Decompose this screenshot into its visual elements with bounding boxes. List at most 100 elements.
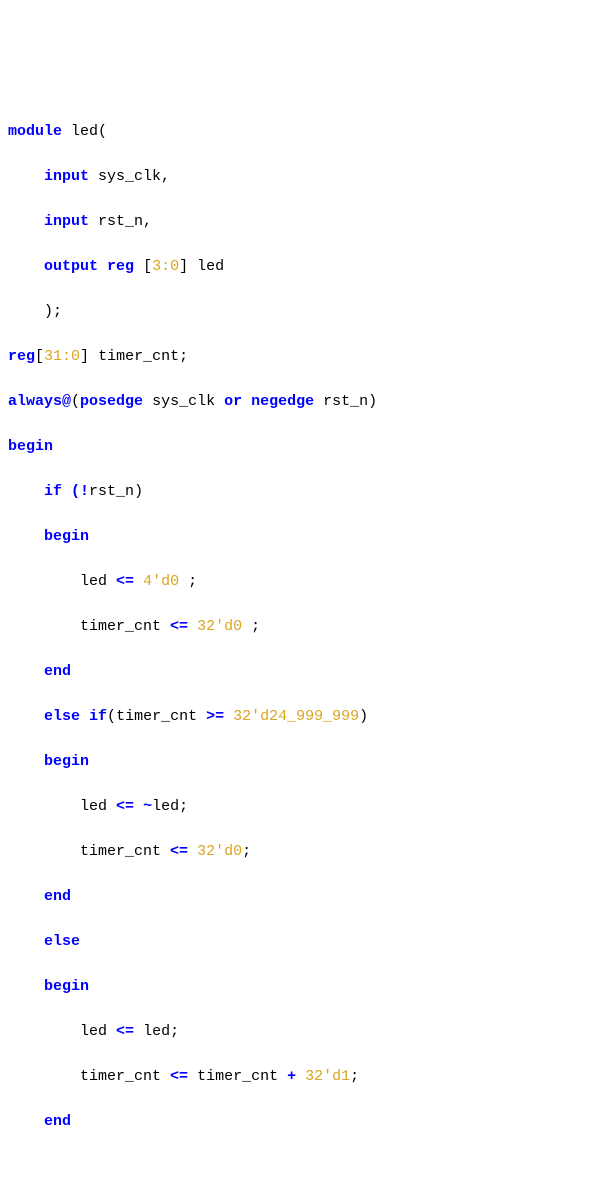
code-line-19: else	[8, 931, 603, 954]
signal-timer-cnt: timer_cnt	[197, 1068, 278, 1085]
close-paren: )	[359, 708, 368, 725]
nonblocking-assign: <=	[116, 573, 134, 590]
signal-led: led	[152, 798, 179, 815]
semicolon: ;	[179, 798, 188, 815]
semicolon: ;	[242, 843, 251, 860]
keyword-else: else	[44, 708, 80, 725]
semicolon: ;	[251, 618, 260, 635]
signal-timer-cnt: timer_cnt	[80, 1068, 161, 1085]
code-line-20: begin	[8, 976, 603, 999]
comma: ,	[161, 168, 170, 185]
literal-value: 32'd1	[305, 1068, 350, 1085]
code-line-22: timer_cnt <= timer_cnt + 32'd1;	[8, 1066, 603, 1089]
module-name: led	[71, 123, 98, 140]
code-line-17: timer_cnt <= 32'd0;	[8, 841, 603, 864]
semicolon: ;	[170, 1023, 179, 1040]
literal-value: 4'd0	[143, 573, 179, 590]
signal-timer-cnt: timer_cnt	[80, 618, 161, 635]
keyword-posedge: posedge	[80, 393, 143, 410]
open-paren: (	[71, 393, 80, 410]
signal-sys-clk: sys_clk	[152, 393, 215, 410]
keyword-end: end	[44, 888, 71, 905]
signal-rst-n: rst_n	[89, 483, 134, 500]
keyword-if: if	[89, 708, 107, 725]
keyword-else: else	[44, 933, 80, 950]
signal-rst-n: rst_n	[323, 393, 368, 410]
signal-led: led	[197, 258, 224, 275]
code-line-23: end	[8, 1111, 603, 1134]
nonblocking-assign: <=	[116, 798, 134, 815]
code-line-11: led <= 4'd0 ;	[8, 571, 603, 594]
code-line-5: );	[8, 301, 603, 324]
open-bracket: [	[143, 258, 152, 275]
signal-led: led	[80, 1023, 107, 1040]
keyword-input: input	[44, 168, 89, 185]
signal-led: led	[80, 798, 107, 815]
signal-rst-n: rst_n	[98, 213, 143, 230]
close-paren: )	[368, 393, 377, 410]
code-line-21: led <= led;	[8, 1021, 603, 1044]
nonblocking-assign: <=	[170, 843, 188, 860]
range-value: 3:0	[152, 258, 179, 275]
signal-timer-cnt: timer_cnt	[80, 843, 161, 860]
code-line-4: output reg [3:0] led	[8, 256, 603, 279]
signal-timer-cnt: timer_cnt	[116, 708, 197, 725]
code-line-8: begin	[8, 436, 603, 459]
close-paren: )	[134, 483, 143, 500]
code-line-24	[8, 1156, 603, 1179]
code-line-6: reg[31:0] timer_cnt;	[8, 346, 603, 369]
open-paren: (	[98, 123, 107, 140]
code-line-18: end	[8, 886, 603, 909]
keyword-module: module	[8, 123, 62, 140]
keyword-or: or	[224, 393, 242, 410]
code-line-7: always@(posedge sys_clk or negedge rst_n…	[8, 391, 603, 414]
nonblocking-assign: <=	[116, 1023, 134, 1040]
semicolon: ;	[179, 348, 188, 365]
plus-operator: +	[287, 1068, 296, 1085]
keyword-reg: reg	[8, 348, 35, 365]
semicolon: ;	[53, 303, 62, 320]
comma: ,	[143, 213, 152, 230]
keyword-begin: begin	[44, 978, 89, 995]
code-line-10: begin	[8, 526, 603, 549]
signal-sys-clk: sys_clk	[98, 168, 161, 185]
keyword-end: end	[44, 663, 71, 680]
signal-led: led	[80, 573, 107, 590]
close-bracket: ]	[179, 258, 188, 275]
verilog-code-block: module led( input sys_clk, input rst_n, …	[8, 98, 603, 1194]
keyword-output: output	[44, 258, 98, 275]
semicolon: ;	[350, 1068, 359, 1085]
literal-value: 32'd24_999_999	[233, 708, 359, 725]
signal-led: led	[143, 1023, 170, 1040]
literal-value: 32'd0	[197, 618, 242, 635]
code-line-15: begin	[8, 751, 603, 774]
code-line-1: module led(	[8, 121, 603, 144]
close-bracket: ]	[80, 348, 89, 365]
nonblocking-assign: <=	[170, 1068, 188, 1085]
code-line-12: timer_cnt <= 32'd0 ;	[8, 616, 603, 639]
code-line-3: input rst_n,	[8, 211, 603, 234]
open-paren: (!	[71, 483, 89, 500]
keyword-begin: begin	[8, 438, 53, 455]
code-line-14: else if(timer_cnt >= 32'd24_999_999)	[8, 706, 603, 729]
code-line-9: if (!rst_n)	[8, 481, 603, 504]
close-paren: )	[44, 303, 53, 320]
literal-value: 32'd0	[197, 843, 242, 860]
keyword-always: always@	[8, 393, 71, 410]
code-line-13: end	[8, 661, 603, 684]
nonblocking-assign: <=	[170, 618, 188, 635]
keyword-end: end	[44, 1113, 71, 1130]
keyword-input: input	[44, 213, 89, 230]
bitwise-not: ~	[143, 798, 152, 815]
range-value: 31:0	[44, 348, 80, 365]
code-line-16: led <= ~led;	[8, 796, 603, 819]
signal-timer-cnt: timer_cnt	[98, 348, 179, 365]
keyword-reg: reg	[107, 258, 134, 275]
semicolon: ;	[188, 573, 197, 590]
keyword-begin: begin	[44, 753, 89, 770]
gte-operator: >=	[206, 708, 224, 725]
keyword-if: if	[44, 483, 62, 500]
open-bracket: [	[35, 348, 44, 365]
keyword-negedge: negedge	[251, 393, 314, 410]
open-paren: (	[107, 708, 116, 725]
